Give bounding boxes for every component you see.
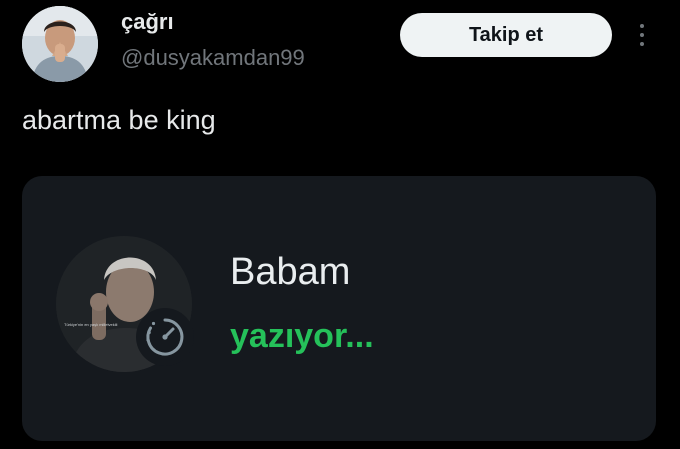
author-display-name[interactable]: çağrı xyxy=(121,8,174,36)
more-options-button[interactable] xyxy=(632,18,652,52)
disappearing-timer-badge xyxy=(136,308,194,366)
more-vertical-icon xyxy=(640,24,644,28)
more-vertical-icon-dot xyxy=(640,33,644,37)
tweet-text: abartma be king xyxy=(22,105,216,135)
follow-button[interactable]: Takip et xyxy=(400,13,612,57)
disappearing-timer-icon xyxy=(146,318,184,356)
typing-status: yazıyor... xyxy=(230,317,374,355)
author-avatar[interactable] xyxy=(22,6,98,82)
photo-caption: Türkiye'nin en yaşlı milletvekili xyxy=(64,322,118,327)
author-handle[interactable]: @dusyakamdan99 xyxy=(121,44,305,72)
contact-name: Babam xyxy=(230,251,351,293)
tweet-media-image[interactable]: Türkiye'nin en yaşlı milletvekili Babam … xyxy=(22,176,656,441)
more-vertical-icon-dot xyxy=(640,42,644,46)
author-avatar-image xyxy=(22,6,98,82)
tweet: çağrı @dusyakamdan99 Takip et abartma be… xyxy=(0,0,680,449)
